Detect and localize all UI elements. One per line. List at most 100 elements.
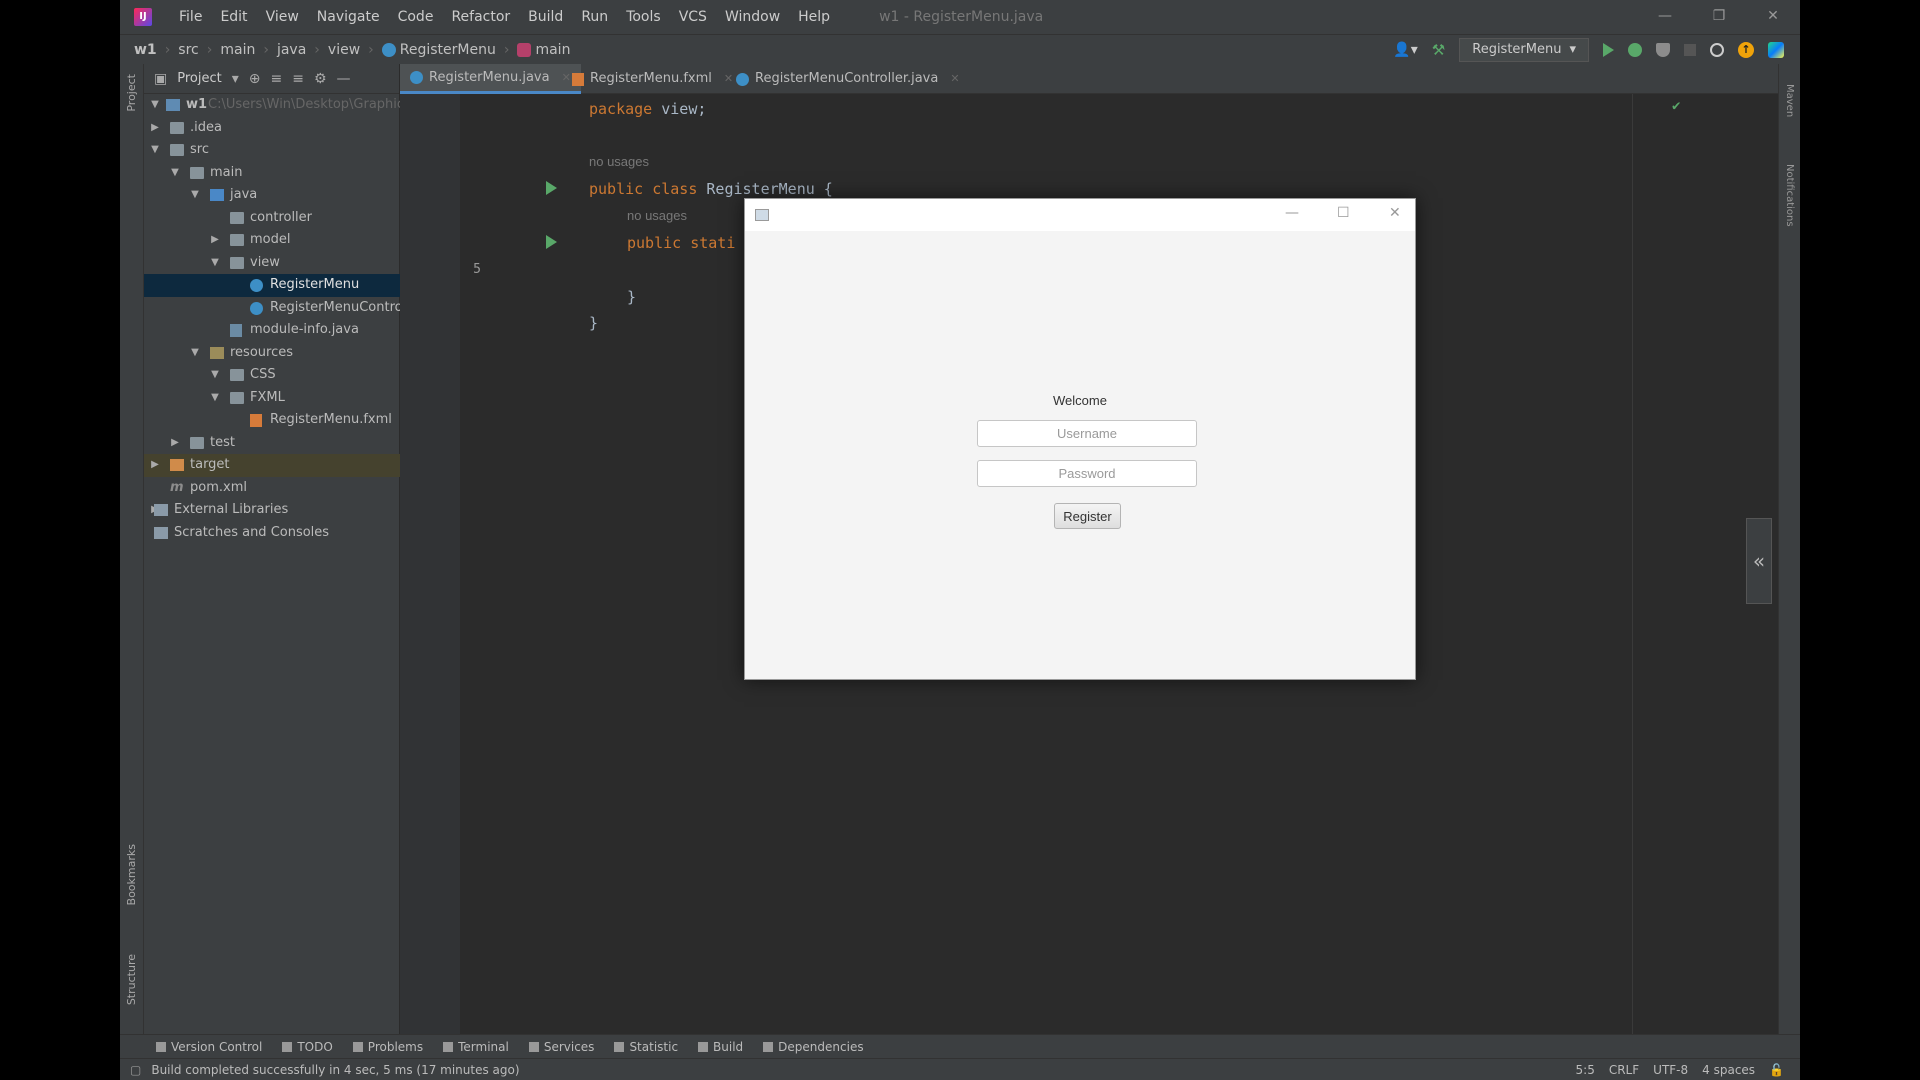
lock-icon[interactable]: 🔓: [1769, 1063, 1784, 1077]
status-panel-icon[interactable]: ▢: [130, 1063, 141, 1077]
tree-row-java[interactable]: ▼ java: [144, 184, 400, 207]
usages-hint[interactable]: no usages: [627, 208, 687, 223]
breadcrumb-view[interactable]: view: [328, 42, 360, 58]
tool-build[interactable]: Build: [698, 1040, 743, 1054]
menu-window[interactable]: Window: [716, 9, 789, 25]
project-panel-title[interactable]: Project: [177, 71, 221, 86]
project-tool-tab[interactable]: Project: [125, 74, 138, 112]
tree-row-resources[interactable]: ▼ resources: [144, 342, 400, 365]
usages-hint[interactable]: no usages: [589, 154, 649, 169]
notifications-tool-tab[interactable]: Notifications: [1784, 164, 1795, 227]
dialog-maximize-button[interactable]: ☐: [1337, 205, 1350, 221]
tree-row-idea[interactable]: ▶ .idea: [144, 117, 400, 140]
tool-problems[interactable]: Problems: [352, 1040, 423, 1054]
expand-panel-button[interactable]: «: [1746, 518, 1772, 604]
user-icon[interactable]: 👤▾: [1393, 42, 1417, 58]
run-configuration-select[interactable]: RegisterMenu ▾: [1459, 38, 1589, 62]
indent-setting[interactable]: 4 spaces: [1702, 1063, 1755, 1077]
menu-help[interactable]: Help: [789, 9, 839, 25]
hide-panel-icon[interactable]: —: [337, 71, 351, 87]
restore-button[interactable]: ❐: [1692, 0, 1746, 34]
tree-row-model[interactable]: ▶ model: [144, 229, 400, 252]
tree-row-scratches[interactable]: Scratches and Consoles: [144, 522, 400, 545]
folder-icon: [190, 166, 204, 179]
menu-run[interactable]: Run: [572, 9, 617, 25]
tree-row-controller[interactable]: controller: [144, 207, 400, 230]
tool-version-control[interactable]: Version Control: [156, 1040, 262, 1054]
close-tab-icon[interactable]: ✕: [950, 64, 959, 94]
expand-all-icon[interactable]: ≡: [270, 71, 282, 87]
tree-row-test[interactable]: ▶ test: [144, 432, 400, 455]
dialog-minimize-button[interactable]: —: [1285, 205, 1299, 221]
debug-icon[interactable]: [1628, 43, 1642, 57]
tree-row-module-info[interactable]: module-info.java: [144, 319, 400, 342]
tool-statistic[interactable]: Statistic: [614, 1040, 678, 1054]
update-icon[interactable]: ↑: [1738, 42, 1754, 58]
tool-terminal[interactable]: Terminal: [443, 1040, 509, 1054]
tree-row-target[interactable]: ▶ target: [144, 454, 400, 477]
toolbox-logo-icon[interactable]: [1768, 42, 1784, 58]
breadcrumb-main[interactable]: main: [220, 42, 255, 58]
tree-row-register-menu-fxml[interactable]: RegisterMenu.fxml: [144, 409, 400, 432]
maven-tool-tab[interactable]: Maven: [1784, 84, 1795, 117]
chevron-down-icon[interactable]: ▾: [232, 71, 239, 87]
structure-tool-tab[interactable]: Structure: [125, 954, 138, 1005]
search-icon[interactable]: [1710, 43, 1724, 57]
project-panel-header: ▣ Project ▾ ⊕ ≡ ≡ ⚙ —: [144, 64, 399, 94]
dialog-title-bar[interactable]: — ☐ ✕: [745, 199, 1415, 231]
tree-row-view[interactable]: ▼ view: [144, 252, 400, 275]
tool-dependencies[interactable]: Dependencies: [763, 1040, 864, 1054]
tree-row-src[interactable]: ▼ src: [144, 139, 400, 162]
bookmarks-tool-tab[interactable]: Bookmarks: [125, 844, 138, 905]
register-button[interactable]: Register: [1054, 503, 1121, 529]
run-gutter-icon[interactable]: [546, 181, 557, 195]
tree-row-fxml[interactable]: ▼ FXML: [144, 387, 400, 410]
tab-register-menu-controller[interactable]: RegisterMenuController.java ✕: [726, 64, 970, 94]
menu-refactor[interactable]: Refactor: [442, 9, 519, 25]
breadcrumb-java[interactable]: java: [277, 42, 306, 58]
caret-position[interactable]: 5:5: [1576, 1063, 1595, 1077]
coverage-icon[interactable]: [1656, 43, 1670, 57]
tool-services[interactable]: Services: [528, 1040, 594, 1054]
menu-edit[interactable]: Edit: [211, 9, 256, 25]
menu-file[interactable]: File: [170, 9, 211, 25]
tool-todo[interactable]: TODO: [282, 1040, 333, 1054]
tab-register-menu-java[interactable]: RegisterMenu.java ✕: [400, 64, 581, 94]
menu-vcs[interactable]: VCS: [670, 9, 716, 25]
menu-view[interactable]: View: [257, 9, 308, 25]
run-gutter-icon[interactable]: [546, 235, 557, 249]
stop-icon[interactable]: [1684, 44, 1696, 56]
breadcrumb-src[interactable]: src: [178, 42, 198, 58]
username-field[interactable]: [977, 420, 1197, 447]
menu-code[interactable]: Code: [389, 9, 443, 25]
breadcrumb-separator: ›: [206, 41, 213, 58]
close-button[interactable]: ✕: [1746, 0, 1800, 34]
password-field[interactable]: [977, 460, 1197, 487]
minimize-button[interactable]: —: [1638, 0, 1692, 34]
no-problems-check-icon[interactable]: ✔: [1672, 98, 1680, 114]
tree-row-css[interactable]: ▼ CSS: [144, 364, 400, 387]
status-message[interactable]: Build completed successfully in 4 sec, 5…: [151, 1063, 519, 1077]
build-hammer-icon[interactable]: ⚒: [1432, 41, 1445, 59]
collapse-all-icon[interactable]: ≡: [292, 71, 304, 87]
tree-row-register-menu[interactable]: RegisterMenu: [144, 274, 400, 297]
menu-build[interactable]: Build: [519, 9, 572, 25]
run-icon[interactable]: [1603, 43, 1614, 57]
tree-row-register-menu-controller[interactable]: RegisterMenuContro: [144, 297, 400, 320]
tree-row-main[interactable]: ▼ main: [144, 162, 400, 185]
breadcrumb-method[interactable]: main: [517, 42, 570, 58]
breadcrumb-project[interactable]: w1: [134, 42, 157, 58]
menu-navigate[interactable]: Navigate: [308, 9, 389, 25]
tree-row-pom[interactable]: m pom.xml: [144, 477, 400, 500]
line-separator[interactable]: CRLF: [1609, 1063, 1639, 1077]
tree-row-root[interactable]: ▼ w1 C:\Users\Win\Desktop\Graphic: [144, 94, 400, 117]
tree-row-external-libraries[interactable]: ▶ External Libraries: [144, 499, 400, 522]
dialog-close-button[interactable]: ✕: [1389, 205, 1401, 221]
gear-icon[interactable]: ⚙: [314, 71, 327, 87]
tab-register-menu-fxml[interactable]: RegisterMenu.fxml ✕: [562, 64, 743, 94]
menu-tools[interactable]: Tools: [617, 9, 670, 25]
tree-label: w1: [186, 97, 208, 112]
breadcrumb-class[interactable]: RegisterMenu: [381, 42, 496, 58]
file-encoding[interactable]: UTF-8: [1653, 1063, 1688, 1077]
locate-icon[interactable]: ⊕: [249, 71, 261, 87]
